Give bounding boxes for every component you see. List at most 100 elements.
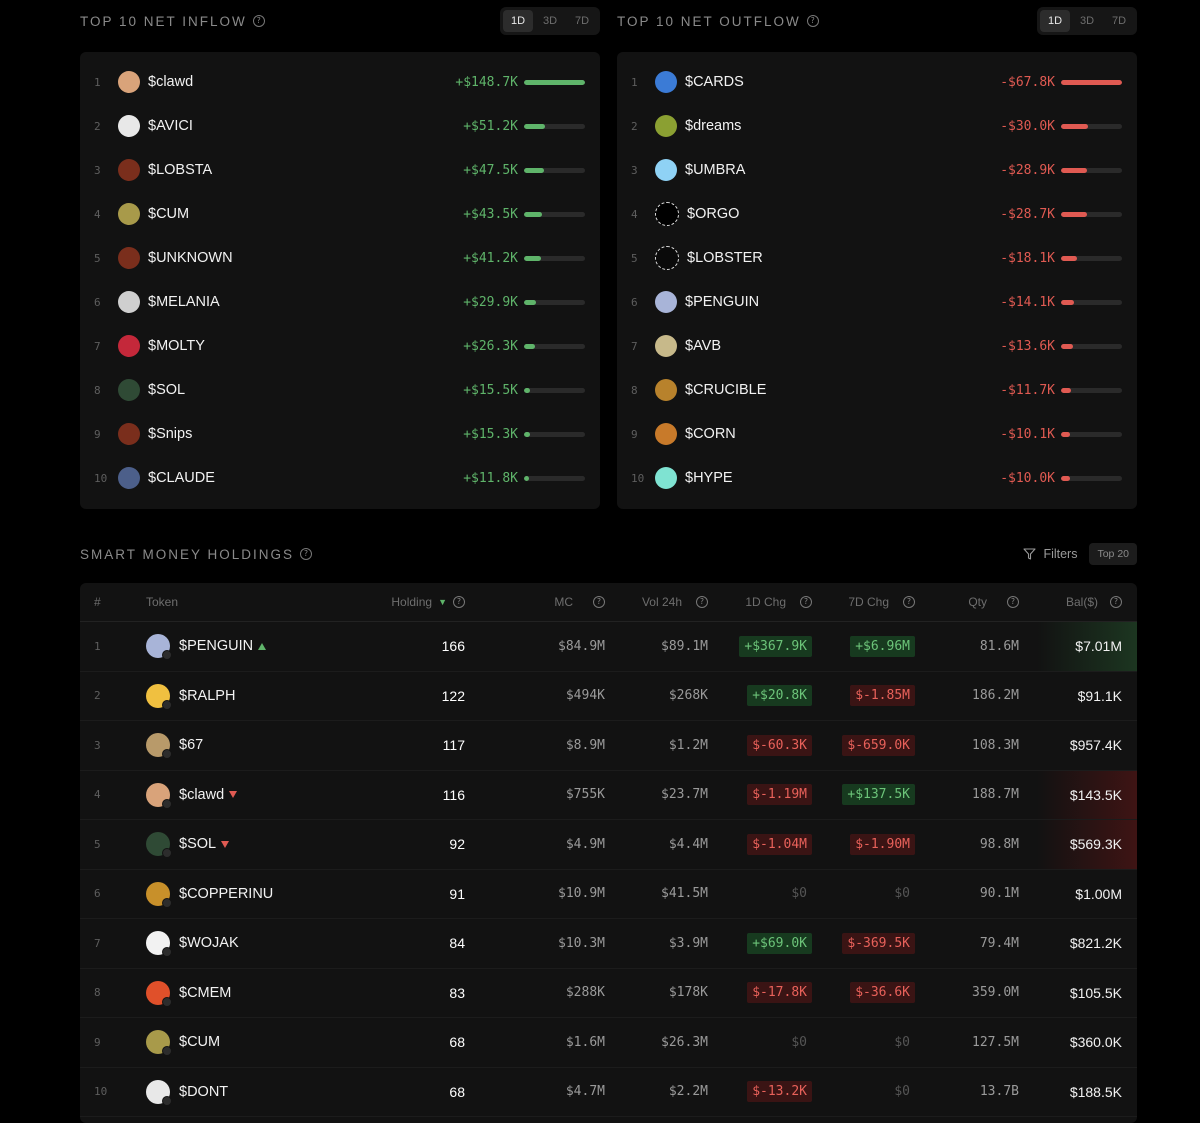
- flow-bar: [524, 475, 585, 481]
- change-7d: $-1.90M: [820, 833, 915, 855]
- col-token[interactable]: Token: [146, 595, 178, 609]
- outflow-row[interactable]: 2 $dreams -$30.0K: [617, 104, 1137, 148]
- inflow-row[interactable]: 7 $MOLTY +$26.3K: [80, 324, 600, 368]
- col-qty[interactable]: Qty ?: [930, 595, 1019, 609]
- outflow-row[interactable]: 3 $UMBRA -$28.9K: [617, 148, 1137, 192]
- table-row[interactable]: 4 $clawd 116 $755K $23.7M $-1.19M +$137.5K 188.…: [80, 770, 1137, 820]
- outflow-row[interactable]: 4 $ORGO -$28.7K: [617, 192, 1137, 236]
- token-name: $dreams: [685, 118, 742, 134]
- help-icon[interactable]: ?: [800, 596, 812, 608]
- market-cap: $8.9M: [565, 737, 605, 753]
- table-row[interactable]: 2 $RALPH 122 $494K $268K +$20.8K $-1.85M 186.2M…: [80, 672, 1137, 721]
- chain-badge-icon: [162, 1095, 172, 1106]
- col-balance[interactable]: Bal($) ?: [1037, 595, 1122, 609]
- rank-number: 3: [94, 163, 101, 177]
- filters-button[interactable]: Filters: [1023, 547, 1077, 561]
- outflow-row[interactable]: 6 $PENGUIN -$14.1K: [617, 280, 1137, 324]
- inflow-row[interactable]: 1 $clawd +$148.7K: [80, 60, 600, 104]
- token-name: $Snips: [148, 426, 193, 442]
- timeframe-1d-button[interactable]: 1D: [503, 10, 533, 32]
- token-cell[interactable]: $clawd: [146, 782, 238, 809]
- table-row[interactable]: 6 $COPPERINU 91 $10.9M $41.5M $0 $0 90.1M $1.00M: [80, 870, 1137, 919]
- help-icon[interactable]: ?: [903, 596, 915, 608]
- outflow-row[interactable]: 7 $AVB -$13.6K: [617, 324, 1137, 368]
- token-icon: [118, 379, 140, 401]
- holding-count: 122: [441, 687, 465, 704]
- token-cell[interactable]: $WOJAK: [146, 931, 239, 958]
- timeframe-3d-button[interactable]: 3D: [535, 10, 565, 32]
- table-row[interactable]: 5 $SOL 92 $4.9M $4.4M $-1.04M $-1.90M 98.8M $569…: [80, 820, 1137, 870]
- col-vol[interactable]: Vol 24h ?: [620, 595, 708, 609]
- inflow-row[interactable]: 3 $LOBSTA +$47.5K: [80, 148, 600, 192]
- table-row[interactable]: 7 $WOJAK 84 $10.3M $3.9M +$69.0K $-369.5K 79.4M…: [80, 919, 1137, 969]
- token-cell[interactable]: $SOL: [146, 832, 230, 859]
- token-cell[interactable]: $CUM: [146, 1030, 220, 1057]
- volume-24h: $1.2M: [668, 737, 708, 753]
- flow-bar: [524, 211, 585, 217]
- token-icon: [118, 247, 140, 269]
- change-1d: $-60.3K: [720, 734, 812, 756]
- rank-number: 4: [631, 207, 638, 221]
- token-icon: [118, 335, 140, 357]
- rank-number: 3: [631, 163, 638, 177]
- table-row[interactable]: 8 $CMEM 83 $288K $178K $-17.8K $-36.6K 359.0M $1…: [80, 969, 1137, 1018]
- outflow-row[interactable]: 1 $CARDS -$67.8K: [617, 60, 1137, 104]
- token-cell[interactable]: $RALPH: [146, 683, 235, 710]
- timeframe-1d-button[interactable]: 1D: [1040, 10, 1070, 32]
- token-cell[interactable]: $COPPERINU: [146, 881, 273, 908]
- col-7d-change[interactable]: 7D Chg ?: [820, 595, 915, 609]
- top-count-badge[interactable]: Top 20: [1089, 543, 1137, 565]
- quantity: 127.5M: [972, 1034, 1019, 1050]
- table-row[interactable]: 3 $67 117 $8.9M $1.2M $-60.3K $-659.0K 108.3M $9…: [80, 721, 1137, 771]
- timeframe-7d-button[interactable]: 7D: [1104, 10, 1134, 32]
- inflow-row[interactable]: 2 $AVICI +$51.2K: [80, 104, 600, 148]
- volume-24h: $3.9M: [668, 935, 708, 951]
- inflow-row[interactable]: 8 $SOL +$15.5K: [80, 368, 600, 412]
- token-cell[interactable]: $DONT: [146, 1079, 228, 1106]
- help-icon[interactable]: ?: [1110, 596, 1122, 608]
- holding-count: 83: [449, 984, 465, 1001]
- token-cell[interactable]: $PENGUIN: [146, 634, 267, 661]
- outflow-row[interactable]: 8 $CRUCIBLE -$11.7K: [617, 368, 1137, 412]
- inflow-row[interactable]: 6 $MELANIA +$29.9K: [80, 280, 600, 324]
- rank-number: 4: [94, 207, 101, 221]
- flow-value: -$18.1K: [1000, 250, 1055, 266]
- chain-badge-icon: [162, 897, 172, 908]
- token-cell[interactable]: $CMEM: [146, 980, 231, 1007]
- token-cell[interactable]: $67: [146, 733, 203, 760]
- table-header: # Token Holding ▼ ? MC ? Vol 24h ? 1D Ch…: [80, 583, 1137, 622]
- inflow-row[interactable]: 5 $UNKNOWN +$41.2K: [80, 236, 600, 280]
- help-icon[interactable]: ?: [696, 596, 708, 608]
- help-icon[interactable]: ?: [300, 548, 313, 560]
- flow-bar-fill: [1061, 431, 1071, 437]
- help-icon[interactable]: ?: [806, 15, 819, 27]
- help-icon[interactable]: ?: [453, 596, 465, 608]
- col-mc[interactable]: MC ?: [525, 595, 605, 609]
- flow-value: -$10.1K: [1000, 426, 1055, 442]
- col-holding[interactable]: Holding ▼ ?: [380, 595, 465, 609]
- outflow-row[interactable]: 5 $LOBSTER -$18.1K: [617, 236, 1137, 280]
- outflow-title: TOP 10 NET OUTFLOW ?: [617, 14, 819, 29]
- inflow-row[interactable]: 10 $CLAUDE +$11.8K: [80, 456, 600, 500]
- col-1d-change[interactable]: 1D Chg ?: [720, 595, 812, 609]
- flow-bar: [1061, 475, 1122, 481]
- change-7d: +$137.5K: [820, 784, 915, 806]
- help-icon[interactable]: ?: [1007, 596, 1019, 608]
- help-icon[interactable]: ?: [252, 15, 265, 27]
- market-cap: $10.3M: [558, 935, 605, 951]
- flow-bar: [524, 79, 585, 85]
- table-row[interactable]: 9 $CUM 68 $1.6M $26.3M $0 $0 127.5M $360.0K: [80, 1018, 1137, 1068]
- token-icon: [655, 159, 677, 181]
- help-icon[interactable]: ?: [593, 596, 605, 608]
- change-1d-value: $-1.19M: [747, 784, 812, 806]
- table-row[interactable]: 1 $PENGUIN 166 $84.9M $89.1M +$367.9K +$6.96M 8…: [80, 622, 1137, 672]
- inflow-row[interactable]: 4 $CUM +$43.5K: [80, 192, 600, 236]
- table-row[interactable]: 10 $DONT 68 $4.7M $2.2M $-13.2K $0 13.7B $188.5K: [80, 1068, 1137, 1117]
- flow-bar-fill: [1061, 123, 1088, 129]
- outflow-row[interactable]: 9 $CORN -$10.1K: [617, 412, 1137, 456]
- outflow-row[interactable]: 10 $HYPE -$10.0K: [617, 456, 1137, 500]
- rank-number: 8: [631, 383, 638, 397]
- inflow-row[interactable]: 9 $Snips +$15.3K: [80, 412, 600, 456]
- timeframe-3d-button[interactable]: 3D: [1072, 10, 1102, 32]
- timeframe-7d-button[interactable]: 7D: [567, 10, 597, 32]
